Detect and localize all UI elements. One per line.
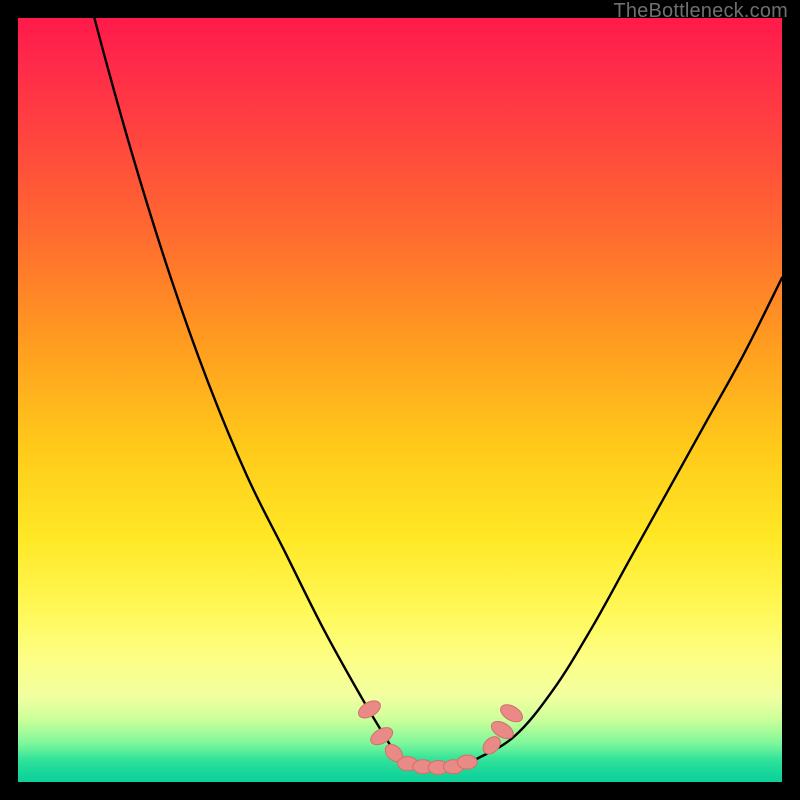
chart-svg bbox=[18, 18, 782, 782]
curve-marker bbox=[457, 755, 477, 769]
curve-marker bbox=[356, 697, 384, 721]
bottleneck-curve bbox=[18, 18, 782, 767]
curve-group bbox=[18, 18, 782, 767]
watermark-text: TheBottleneck.com bbox=[613, 0, 788, 23]
plot-area bbox=[18, 18, 782, 782]
chart-frame: TheBottleneck.com bbox=[0, 0, 800, 800]
marker-group bbox=[356, 697, 526, 774]
